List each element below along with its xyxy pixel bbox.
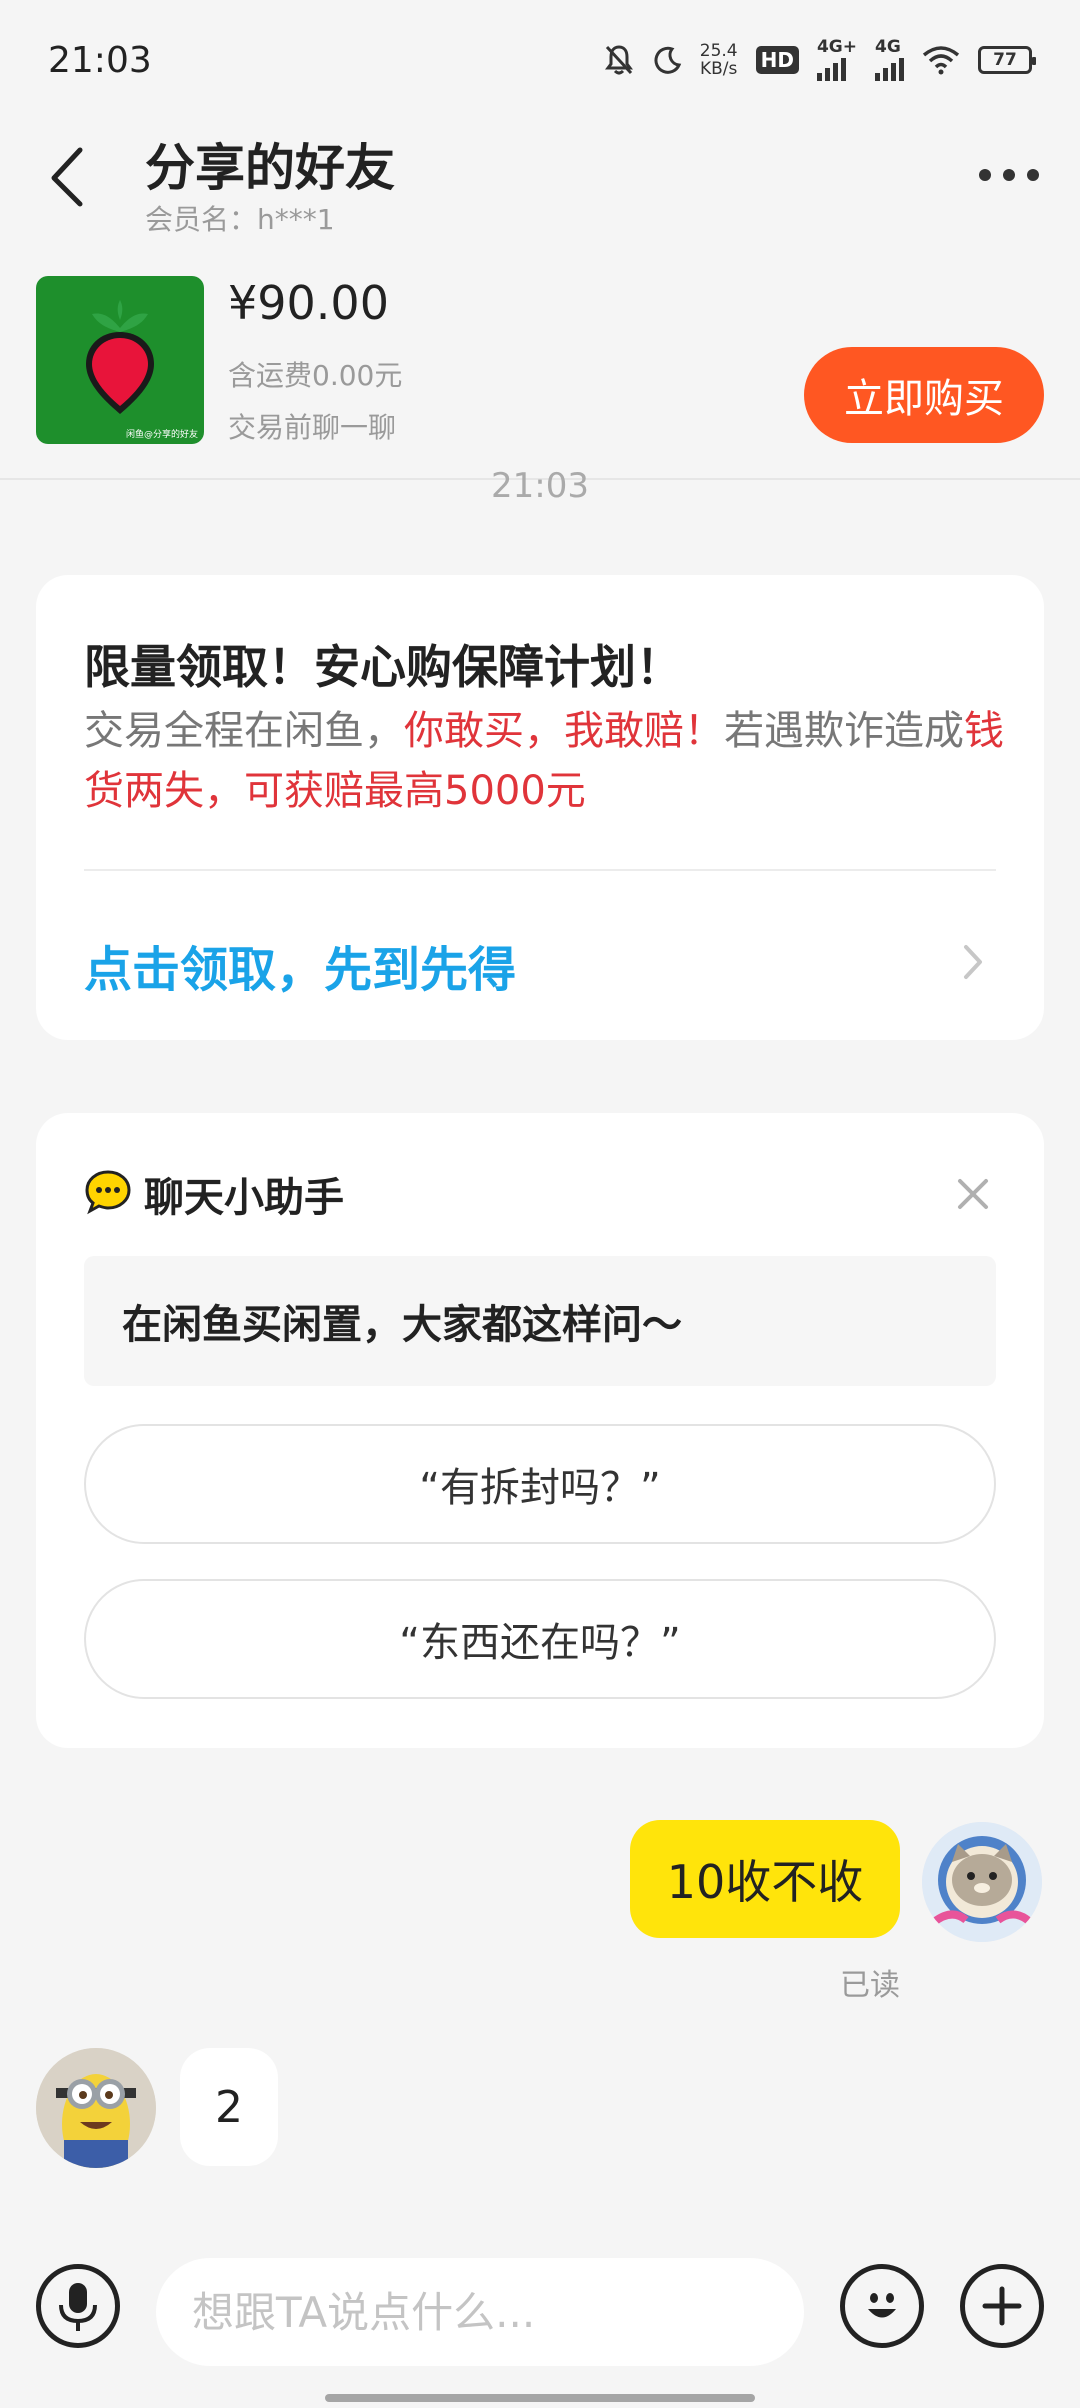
chat-assistant-card: 聊天小助手 在闲鱼买闲置，大家都这样问～ “有拆封吗？” “东西还在吗？” [36, 1113, 1044, 1748]
more-actions-button[interactable] [960, 2264, 1044, 2348]
plus-icon [982, 2286, 1022, 2326]
microphone-icon [59, 2283, 97, 2331]
thumbnail-caption: 闲鱼@分享的好友 [125, 430, 198, 440]
minion-avatar-icon [36, 2048, 156, 2168]
signal-bars-icon [875, 55, 904, 81]
chat-bubble-icon [85, 1170, 131, 1215]
back-button[interactable] [40, 140, 100, 210]
net-speed: 25.4 KB/s [699, 41, 738, 79]
product-thumbnail[interactable]: 闲鱼@分享的好友 [36, 276, 204, 444]
shipping-info: 含运费0.00元 [228, 359, 403, 392]
member-name: 会员名：h***1 [145, 203, 335, 236]
status-icons: 25.4 KB/s HD 4G+ 4G 77 [604, 39, 1036, 81]
home-indicator[interactable] [325, 2394, 755, 2402]
status-time: 21:03 [48, 39, 152, 81]
signal-4g-plus: 4G+ [816, 39, 857, 81]
bell-off-icon [604, 45, 633, 75]
hd-badge: HD [755, 46, 799, 74]
signal-4g: 4G [875, 39, 904, 81]
page-title: 分享的好友 [145, 139, 395, 197]
my-avatar[interactable] [922, 1822, 1042, 1942]
more-button[interactable] [974, 160, 1044, 190]
guarantee-title: 限量领取！安心购保障计划！ [84, 640, 682, 694]
divider [84, 869, 996, 871]
claim-guarantee-link[interactable]: 点击领取，先到先得 [84, 930, 516, 1000]
sent-message-bubble[interactable]: 10收不收 [630, 1820, 900, 1938]
suggestion-button[interactable]: “东西还在吗？” [84, 1579, 996, 1699]
radish-logo-icon [86, 300, 154, 414]
cat-astronaut-avatar-icon [922, 1822, 1042, 1942]
wifi-icon [922, 46, 960, 75]
signal-bars-icon [816, 55, 846, 81]
battery-icon: 77 [978, 46, 1036, 74]
guarantee-card: 限量领取！安心购保障计划！ 交易全程在闲鱼，你敢买，我敢赔！若遇欺诈造成钱货两失… [36, 575, 1044, 1040]
suggestion-button[interactable]: “有拆封吗？” [84, 1424, 996, 1544]
read-status: 已读 [840, 1968, 900, 2003]
guarantee-body: 交易全程在闲鱼，你敢买，我敢赔！若遇欺诈造成钱货两失，可获赔最高5000元 [84, 708, 1004, 814]
message-input[interactable] [156, 2258, 804, 2366]
more-dot [979, 169, 991, 181]
friend-avatar[interactable] [36, 2048, 156, 2168]
close-icon[interactable] [954, 1175, 992, 1213]
status-bar: 21:03 25.4 KB/s HD 4G+ 4G 77 [0, 0, 1080, 120]
product-bar: 闲鱼@分享的好友 ¥90.00 含运费0.00元 交易前聊一聊 立即购买 [0, 270, 1080, 480]
smiley-icon [868, 2293, 896, 2318]
emoji-button[interactable] [840, 2264, 924, 2348]
more-dot [1003, 169, 1015, 181]
received-message-bubble[interactable]: 2 [180, 2048, 278, 2166]
chevron-left-icon [51, 147, 83, 207]
input-bar [0, 2258, 1080, 2378]
buy-now-button[interactable]: 立即购买 [804, 347, 1044, 443]
chat-header: 分享的好友 会员名：h***1 [0, 120, 1080, 245]
moon-icon [654, 46, 681, 74]
product-price: ¥90.00 [228, 276, 389, 330]
voice-button[interactable] [36, 2264, 120, 2348]
assistant-prompt: 在闲鱼买闲置，大家都这样问～ [84, 1256, 996, 1386]
more-dot [1027, 169, 1039, 181]
assistant-title: 聊天小助手 [144, 1175, 344, 1221]
chevron-right-icon[interactable] [958, 937, 988, 987]
chat-hint: 交易前聊一聊 [228, 411, 397, 444]
message-timestamp: 21:03 [491, 466, 589, 506]
